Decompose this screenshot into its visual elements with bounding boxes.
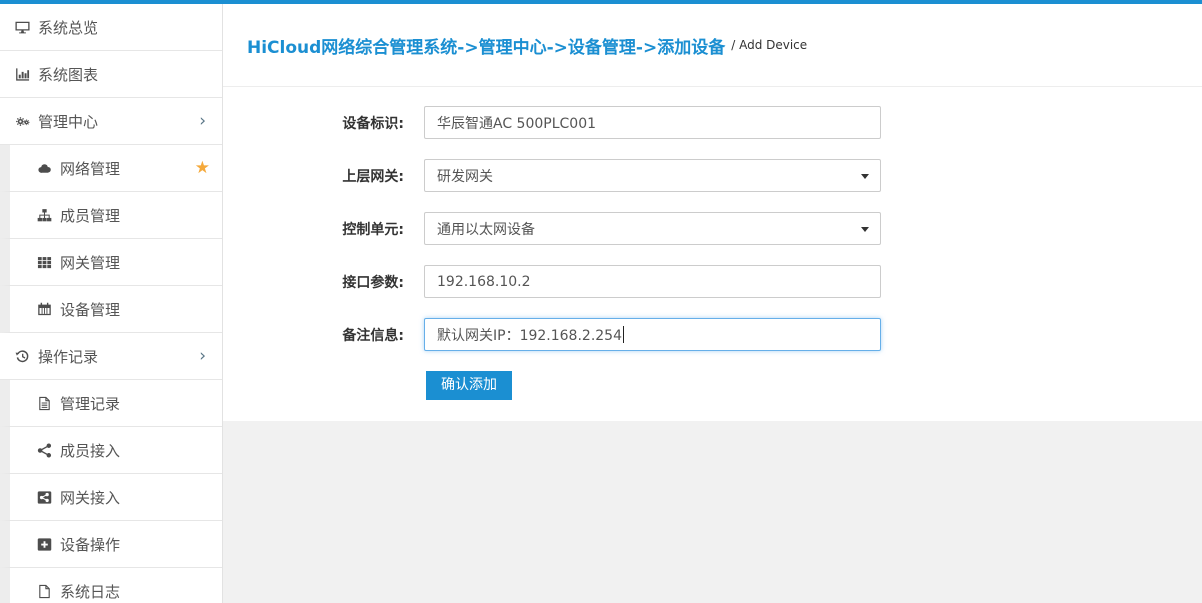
form-row: 上层网关: 研发网关 [223, 159, 1202, 192]
calendar-icon [36, 301, 53, 317]
device-id-input[interactable]: 华辰智通AC 500PLC001 [424, 106, 881, 139]
field-label: 上层网关: [223, 166, 404, 186]
sidebar-item-system-log[interactable]: 系统日志 [0, 568, 222, 603]
sidebar-item-admin-records[interactable]: 管理记录 [0, 380, 222, 427]
star-icon[interactable]: ★ [195, 160, 210, 177]
gears-icon [14, 113, 31, 129]
main-content: HiCloud网络综合管理系统->管理中心->设备管理->添加设备 / Add … [223, 4, 1202, 603]
text-cursor [623, 326, 624, 343]
file-text-icon [36, 395, 53, 411]
cloud-icon [36, 160, 53, 176]
breadcrumb-title: HiCloud网络综合管理系统->管理中心->设备管理->添加设备 [247, 33, 725, 58]
sidebar-item-gateway-access[interactable]: 网关接入 [0, 474, 222, 521]
bottom-panel [223, 421, 1202, 603]
sitemap-icon [36, 207, 53, 223]
sidebar-item-member-access[interactable]: 成员接入 [0, 427, 222, 474]
form-row: 控制单元: 通用以太网设备 [223, 212, 1202, 245]
plus-square-icon [36, 536, 53, 552]
confirm-add-button[interactable]: 确认添加 [426, 371, 512, 400]
sidebar-item-admin-center[interactable]: 管理中心 › [0, 98, 222, 145]
sidebar-item-operation-records[interactable]: 操作记录 › [0, 333, 222, 380]
history-icon [14, 348, 31, 364]
sidebar-menu: 系统总览 系统图表 管理中心 › 网络管理 ★ 成员管理 网关管理 设备管理 操… [0, 4, 223, 603]
form-row: 设备标识: 华辰智通AC 500PLC001 [223, 106, 1202, 139]
upper-gateway-select[interactable]: 研发网关 [424, 159, 881, 192]
add-device-form: 设备标识: 华辰智通AC 500PLC001 上层网关: 研发网关 控制单元: … [223, 87, 1202, 421]
share-icon [36, 442, 53, 458]
sidebar-item-network-mgmt[interactable]: 网络管理 ★ [0, 145, 222, 192]
chevron-right-icon: › [199, 113, 210, 130]
submit-row: 确认添加 [426, 371, 1202, 400]
interface-params-input[interactable]: 192.168.10.2 [424, 265, 881, 298]
sidebar-item-member-mgmt[interactable]: 成员管理 [0, 192, 222, 239]
form-row: 备注信息: 默认网关IP：192.168.2.254 [223, 318, 1202, 351]
sidebar-item-device-operations[interactable]: 设备操作 [0, 521, 222, 568]
control-unit-select[interactable]: 通用以太网设备 [424, 212, 881, 245]
grid-icon [36, 254, 53, 270]
page: 系统总览 系统图表 管理中心 › 网络管理 ★ 成员管理 网关管理 设备管理 操… [0, 0, 1202, 603]
share-square-icon [36, 489, 53, 505]
sidebar-item-system-overview[interactable]: 系统总览 [0, 4, 222, 51]
breadcrumb: HiCloud网络综合管理系统->管理中心->设备管理->添加设备 / Add … [223, 4, 1202, 87]
remark-info-input[interactable]: 默认网关IP：192.168.2.254 [424, 318, 881, 351]
chevron-right-icon: › [199, 348, 210, 365]
sidebar-item-gateway-mgmt[interactable]: 网关管理 [0, 239, 222, 286]
field-label: 控制单元: [223, 219, 404, 239]
breadcrumb-subtitle: / Add Device [731, 38, 807, 52]
bar-chart-icon [14, 66, 31, 82]
file-icon [36, 583, 53, 599]
form-rows: 设备标识: 华辰智通AC 500PLC001 上层网关: 研发网关 控制单元: … [223, 106, 1202, 351]
sidebar-item-device-mgmt[interactable]: 设备管理 [0, 286, 222, 333]
field-label: 备注信息: [223, 325, 404, 345]
desktop-icon [14, 19, 31, 35]
form-row: 接口参数: 192.168.10.2 [223, 265, 1202, 298]
field-label: 设备标识: [223, 113, 404, 133]
sidebar-item-system-charts[interactable]: 系统图表 [0, 51, 222, 98]
field-label: 接口参数: [223, 272, 404, 292]
